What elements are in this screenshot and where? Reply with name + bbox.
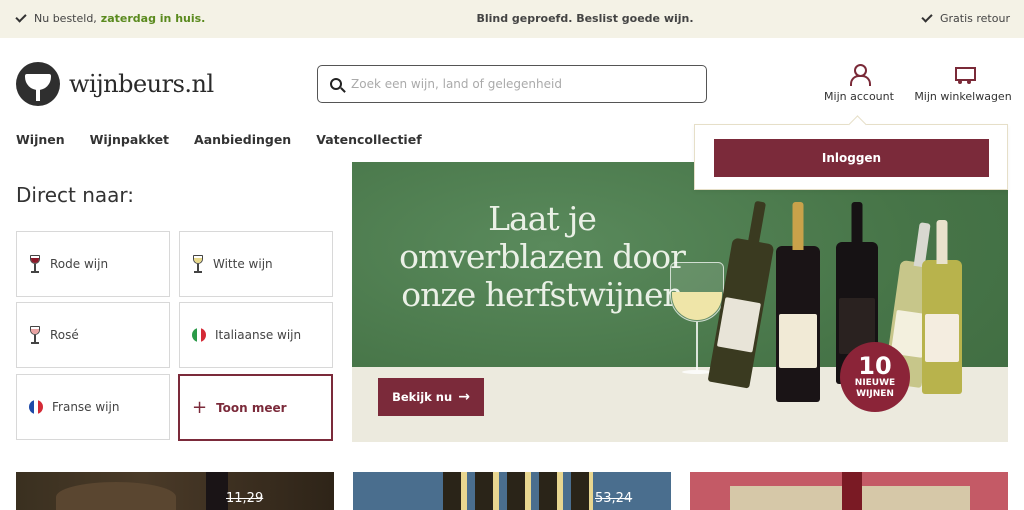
badge-line: NIEUWE <box>854 378 896 388</box>
category-tile-rose[interactable]: Rosé <box>16 302 170 368</box>
category-label: Rosé <box>50 328 79 342</box>
promo-card[interactable] <box>690 472 1008 510</box>
main-nav: Wijnen Wijnpakket Aanbiedingen Vatencoll… <box>16 132 422 147</box>
logo[interactable]: wijnbeurs.nl <box>16 62 214 106</box>
hero-banner[interactable]: Laat je omverblazen door onze herfstwijn… <box>352 162 1008 442</box>
badge-number: 10 <box>858 352 892 380</box>
promo-card[interactable]: 11,29 <box>16 472 334 510</box>
italy-flag-icon <box>192 328 206 342</box>
category-tile-rode-wijn[interactable]: Rode wijn <box>16 231 170 297</box>
category-label: Rode wijn <box>50 257 109 271</box>
usp-tagline: Blind geproefd. Beslist goede wijn. <box>476 12 694 25</box>
cart-icon <box>952 64 976 84</box>
nav-item-wijnen[interactable]: Wijnen <box>16 132 65 147</box>
usp-bar: Nu besteld, zaterdag in huis. Blind gepr… <box>0 0 1024 38</box>
promo-card[interactable]: 53,24 <box>353 472 671 510</box>
category-tile-franse-wijn[interactable]: Franse wijn <box>16 374 170 440</box>
category-label: Franse wijn <box>52 400 120 414</box>
cart-label: Mijn winkelwagen <box>914 90 1012 103</box>
france-flag-icon <box>29 400 43 414</box>
account-label: Mijn account <box>824 90 894 103</box>
show-more-label: Toon meer <box>216 400 287 415</box>
hero-cta-label: Bekijk nu <box>392 390 453 404</box>
wine-bottle-image <box>922 220 962 394</box>
cart-link[interactable]: Mijn winkelwagen <box>914 64 1012 103</box>
red-wine-glass-icon <box>29 255 41 273</box>
arrow-right-icon: → <box>458 389 470 405</box>
category-label: Italiaanse wijn <box>215 328 302 342</box>
nav-item-vatencollectief[interactable]: Vatencollectief <box>316 132 421 147</box>
nav-item-aanbiedingen[interactable]: Aanbiedingen <box>194 132 291 147</box>
usp-returns-label: Gratis retour <box>940 12 1010 25</box>
logo-text: wijnbeurs.nl <box>69 70 214 98</box>
hero-headline-line: omverblazen door <box>399 237 686 276</box>
category-label: Witte wijn <box>213 257 273 271</box>
wine-bottle-image <box>776 202 820 402</box>
white-wine-glass-icon <box>192 255 204 273</box>
badge-line: WIJNEN <box>856 389 894 399</box>
hero-cta-button[interactable]: Bekijk nu → <box>378 378 484 416</box>
old-price: 11,29 <box>226 491 264 506</box>
category-tile-witte-wijn[interactable]: Witte wijn <box>179 231 333 297</box>
plus-icon: + <box>192 397 208 418</box>
wine-bottles-image <box>443 472 593 510</box>
direct-heading: Direct naar: <box>16 183 135 207</box>
account-link[interactable]: Mijn account <box>822 64 896 103</box>
search-bar[interactable] <box>317 65 707 103</box>
search-icon <box>330 78 342 90</box>
user-icon <box>849 64 871 86</box>
hero-headline-line: onze herfstwijnen <box>401 275 684 314</box>
hero-headline-line: Laat je <box>488 199 597 238</box>
old-price: 53,24 <box>595 491 633 506</box>
category-tile-italiaanse-wijn[interactable]: Italiaanse wijn <box>179 302 333 368</box>
search-input[interactable] <box>351 77 691 91</box>
show-more-button[interactable]: + Toon meer <box>178 374 333 441</box>
new-wines-badge: 10 NIEUWE WIJNEN <box>840 342 910 412</box>
hero-headline: Laat je omverblazen door onze herfstwijn… <box>382 200 702 314</box>
usp-returns: Gratis retour <box>921 11 1010 25</box>
rose-wine-glass-icon <box>29 326 41 344</box>
login-button[interactable]: Inloggen <box>714 139 989 177</box>
check-icon <box>921 11 933 23</box>
account-dropdown: Inloggen <box>694 124 1008 190</box>
wine-bottle-image <box>842 472 862 510</box>
wine-glass-logo-icon <box>16 62 60 106</box>
nav-item-wijnpakket[interactable]: Wijnpakket <box>90 132 169 147</box>
wine-bottle-image <box>206 472 228 510</box>
product-image <box>56 482 176 510</box>
